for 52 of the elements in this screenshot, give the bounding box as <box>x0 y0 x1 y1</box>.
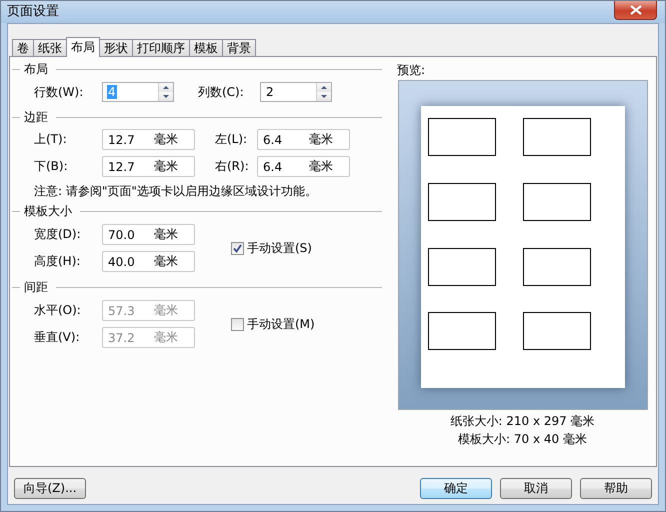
template-size-text: 模板大小: 70 x 40 毫米 <box>458 432 587 446</box>
help-button[interactable]: 帮助 <box>580 478 652 499</box>
field-label: 上(T): <box>34 131 68 148</box>
label-outline <box>522 182 590 221</box>
label-outline <box>428 182 496 221</box>
section-title: 模板大小 <box>24 202 72 220</box>
wizard-button[interactable]: 向导(Z)... <box>14 478 86 499</box>
checkmark-icon <box>232 242 243 254</box>
section-title: 间距 <box>24 278 48 296</box>
note-text: 注意: 请参阅"页面"选项卡以启用边缘区域设计功能。 <box>33 183 318 199</box>
input-field[interactable]: 12.7 毫米 <box>102 129 195 150</box>
label-outline <box>522 118 590 156</box>
tab[interactable]: 打印顺序 <box>132 39 190 56</box>
ok-button[interactable]: 确定 <box>420 478 492 499</box>
checkbox-box[interactable] <box>231 242 244 254</box>
close-button[interactable] <box>614 1 657 20</box>
checkbox[interactable]: 手动设置(S) <box>231 240 312 256</box>
tab[interactable]: 背景 <box>222 39 256 56</box>
spin-field[interactable]: 2 <box>260 82 332 102</box>
checkbox-box[interactable] <box>231 318 244 330</box>
checkbox[interactable]: 手动设置(M) <box>231 316 315 332</box>
tab[interactable]: 卷 <box>12 39 34 56</box>
field-label: 左(L): <box>215 131 248 148</box>
field-label: 右(R): <box>215 158 250 175</box>
preview-label: 预览: <box>397 62 426 79</box>
tab[interactable]: 布局 <box>66 37 100 57</box>
input-field[interactable]: 12.7 毫米 <box>102 156 195 177</box>
field-label: 水平(O): <box>34 302 82 319</box>
section-title: 布局 <box>24 60 48 78</box>
field-label: 行数(W): <box>34 84 84 100</box>
window-title: 页面设置 <box>7 3 59 21</box>
tab[interactable]: 纸张 <box>33 39 67 56</box>
cancel-button[interactable]: 取消 <box>500 478 572 499</box>
label-outline <box>522 312 590 350</box>
label-outline <box>428 118 496 156</box>
field-label: 列数(C): <box>198 84 245 100</box>
label-outline <box>428 312 496 350</box>
section-title: 边距 <box>24 108 48 126</box>
tab[interactable]: 形状 <box>99 39 133 56</box>
field-label: 下(B): <box>34 158 69 175</box>
label-outline <box>522 248 590 286</box>
input-field[interactable]: 6.4 毫米 <box>257 129 350 150</box>
paper-size-text: 纸张大小: 210 x 297 毫米 <box>450 414 595 428</box>
field-label: 宽度(D): <box>34 226 82 243</box>
input-field[interactable]: 70.0 毫米 <box>102 224 195 245</box>
field-label: 高度(H): <box>34 253 82 270</box>
field-label: 垂直(V): <box>34 329 81 346</box>
label-outline <box>428 248 496 286</box>
tab[interactable]: 模板 <box>189 39 223 56</box>
input-field[interactable]: 6.4 毫米 <box>257 156 350 177</box>
input-field[interactable]: 40.0 毫米 <box>102 251 195 272</box>
close-icon <box>630 5 642 15</box>
